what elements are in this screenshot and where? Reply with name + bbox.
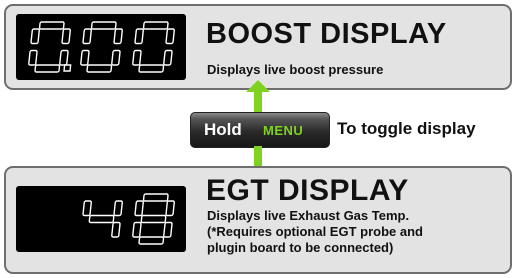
- menu-button-label: MENU: [263, 123, 304, 138]
- egt-description: Displays live Exhaust Gas Temp. (*Requir…: [207, 208, 423, 256]
- hold-label: Hold: [204, 120, 242, 139]
- egt-readout: [82, 193, 175, 245]
- boost-readout: [28, 21, 175, 73]
- segment-digit: [132, 21, 175, 73]
- toggle-instruction: To toggle display: [337, 119, 476, 138]
- segment-digit: [80, 21, 123, 73]
- segment-digit: [28, 21, 72, 73]
- segment-digit: [132, 193, 175, 245]
- egt-description-line: (*Requires optional EGT probe and: [207, 224, 423, 239]
- boost-title: BOOST DISPLAY: [206, 18, 447, 50]
- boost-display-panel: BOOST DISPLAY Displays live boost pressu…: [4, 4, 512, 90]
- boost-lcd-screen: [16, 14, 186, 80]
- hold-menu-button-graphic: Hold MENU: [190, 112, 330, 148]
- segment-digit: [82, 200, 123, 238]
- boost-description: Displays live boost pressure: [207, 62, 384, 77]
- egt-lcd-screen: [16, 186, 186, 252]
- egt-description-line: Displays live Exhaust Gas Temp.: [207, 208, 410, 223]
- egt-title: EGT DISPLAY: [206, 174, 409, 207]
- egt-description-line: plugin board to be connected): [207, 240, 394, 255]
- egt-display-panel: EGT DISPLAY Displays live Exhaust Gas Te…: [4, 166, 512, 274]
- up-arrow-icon: [246, 80, 270, 112]
